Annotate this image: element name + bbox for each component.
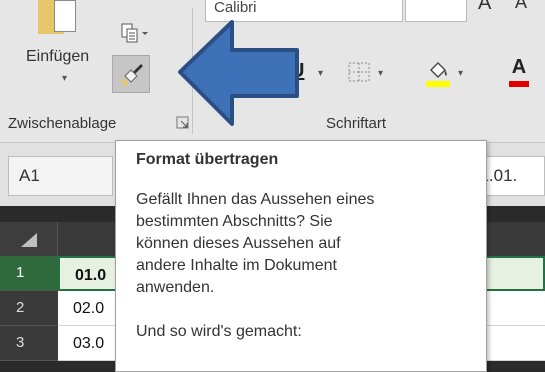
paste-dropdown-icon[interactable]: ▾: [62, 73, 67, 84]
clipboard-paste-icon[interactable]: [38, 0, 82, 34]
paste-button[interactable]: Einfügen: [26, 48, 89, 66]
font-color-glyph: A: [511, 56, 527, 78]
paintbrush-icon: [121, 64, 143, 86]
name-box[interactable]: A1: [8, 156, 113, 196]
row-header-2[interactable]: 2: [0, 291, 58, 326]
format-painter-button[interactable]: [112, 55, 150, 93]
format-painter-tooltip: Format übertragen Gefällt Ihnen das Auss…: [115, 140, 487, 372]
borders-icon[interactable]: [348, 62, 370, 82]
row-header-1[interactable]: 1: [0, 256, 58, 291]
tooltip-body: Gefällt Ihnen das Aussehen eines bestimm…: [136, 191, 375, 296]
pointer-arrow-annotation: [178, 20, 299, 126]
select-all-triangle-icon: [21, 233, 37, 247]
fill-dropdown-icon[interactable]: ▾: [458, 68, 463, 79]
row-header-3[interactable]: 3: [0, 326, 58, 361]
group-label-clipboard: Zwischenablage: [8, 115, 117, 132]
font-color-button[interactable]: A: [507, 56, 531, 88]
tooltip-footer: Und so wird's gemacht:: [136, 323, 302, 340]
tooltip-title: Format übertragen: [136, 151, 279, 168]
font-name-box[interactable]: Calibri: [205, 0, 403, 22]
font-shrink-icon[interactable]: A: [515, 0, 527, 13]
font-grow-icon[interactable]: A: [478, 0, 491, 15]
group-label-font: Schriftart: [326, 115, 387, 132]
fill-color-icon[interactable]: [425, 58, 451, 88]
underline-dropdown-icon[interactable]: ▾: [318, 68, 323, 79]
font-color-bar: [509, 81, 529, 87]
font-size-box[interactable]: [405, 0, 467, 22]
select-all-button[interactable]: [0, 222, 58, 256]
copy-icon[interactable]: [120, 22, 150, 46]
borders-dropdown-icon[interactable]: ▾: [378, 68, 383, 79]
